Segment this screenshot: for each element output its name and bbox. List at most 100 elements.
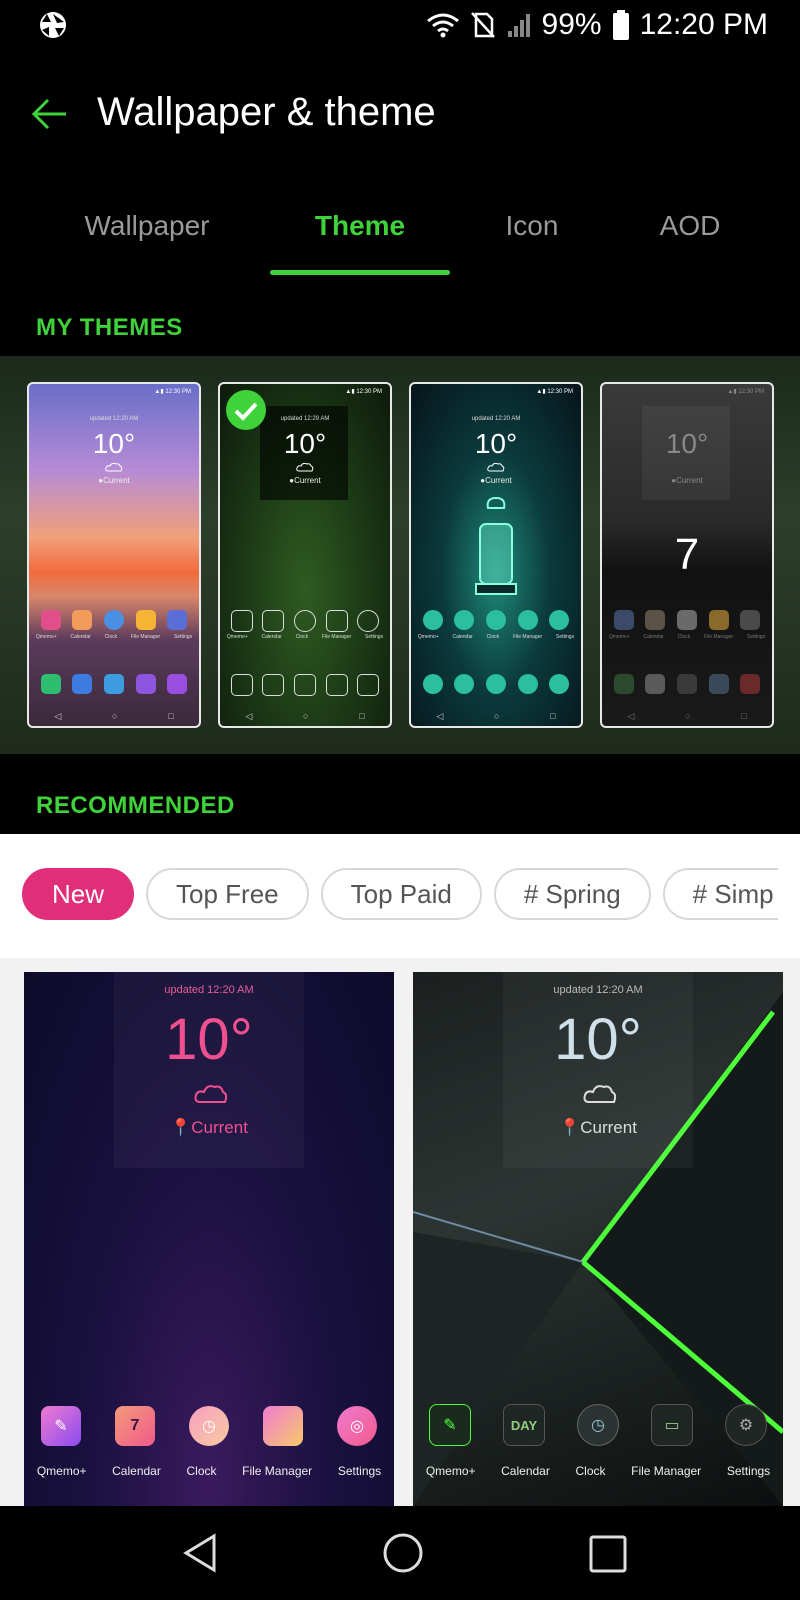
- app-label: Settings: [726, 1464, 771, 1478]
- clock-icon: [103, 610, 124, 630]
- music-icon: [167, 674, 188, 694]
- settings-icon: ⚙: [725, 1404, 767, 1446]
- theme-card-green[interactable]: updated 12:20 AM 10° 📍Current ✎ DAY ◷ ▭ …: [413, 972, 783, 1506]
- folder-icon: [135, 610, 156, 630]
- chip-top-paid[interactable]: Top Paid: [320, 868, 482, 920]
- my-themes-strip: ▲▮ 12:30 PM updated 12:20 AM 10° ●Curren…: [0, 356, 800, 754]
- battery-icon: [612, 10, 629, 40]
- card-location: 📍Current: [559, 1118, 637, 1137]
- gallery-icon: [708, 674, 729, 694]
- tab-aod[interactable]: AOD: [590, 210, 790, 242]
- page-title: Wallpaper & theme: [97, 90, 436, 134]
- tab-wallpaper[interactable]: Wallpaper: [47, 210, 247, 242]
- no-sim-icon: [470, 12, 495, 38]
- calendar-icon: [645, 610, 666, 630]
- folder-icon: ▭: [651, 1404, 693, 1446]
- settings-icon: [740, 610, 761, 630]
- calendar-icon: [454, 610, 475, 630]
- lantern-icon: [475, 497, 517, 595]
- tab-bar: Wallpaper Theme Icon AOD: [0, 192, 800, 278]
- settings-icon: ◎: [337, 1406, 377, 1446]
- settings-icon: [549, 610, 570, 630]
- phone-icon: [40, 674, 61, 694]
- camera-icon: [485, 674, 506, 694]
- message-icon: [454, 674, 475, 694]
- qmemo-icon: [230, 610, 253, 632]
- card-temp: 10°: [165, 1007, 253, 1072]
- gallery-icon: [135, 674, 156, 694]
- theme-thumb-green-selected[interactable]: ▲▮ 12:30 PM updated 12:29 AM 10° ●Curren…: [218, 382, 392, 728]
- phone-icon: [613, 674, 634, 694]
- camera-icon: [103, 674, 124, 694]
- message-icon: [645, 674, 666, 694]
- folder-icon: [263, 1406, 303, 1446]
- cloud-icon: [296, 462, 314, 472]
- chip-new[interactable]: New: [22, 868, 135, 920]
- thumb-temp: 10°: [92, 428, 136, 459]
- theme-card-purple[interactable]: updated 12:20 AM 10° 📍Current ✎ 7 ◷ ◎ Qm…: [24, 972, 394, 1506]
- music-icon: [357, 674, 380, 696]
- gallery-icon: [325, 674, 348, 696]
- clock-icon: [676, 610, 697, 630]
- theme-thumb-sunset[interactable]: ▲▮ 12:30 PM updated 12:20 AM 10° ●Curren…: [27, 382, 201, 728]
- card-updated: updated 12:20 AM: [164, 984, 254, 996]
- chip-spring[interactable]: # Spring: [493, 868, 651, 920]
- tab-theme[interactable]: Theme: [260, 210, 460, 242]
- app-label: File Manager: [242, 1464, 313, 1478]
- back-triangle-icon[interactable]: [180, 1532, 220, 1574]
- tab-indicator: [270, 270, 450, 275]
- cloud-icon: [105, 462, 123, 472]
- music-icon: [740, 674, 761, 694]
- back-arrow-icon[interactable]: [28, 92, 72, 136]
- card-location: 📍Current: [170, 1118, 248, 1137]
- clock-icon: [293, 610, 316, 632]
- theme-thumb-lantern[interactable]: ▲▮ 12:30 PM updated 12:20 AM 10° ●Curren…: [409, 382, 583, 728]
- chip-simple[interactable]: # Simp: [662, 868, 778, 920]
- app-label: Clock: [186, 1464, 217, 1478]
- qmemo-icon: ✎: [429, 1404, 471, 1446]
- phone-icon: [230, 674, 253, 696]
- folder-icon: [708, 610, 729, 630]
- calendar-icon: 7: [115, 1406, 155, 1446]
- app-label: Calendar: [112, 1464, 161, 1478]
- selected-check-icon: [226, 390, 266, 430]
- cloud-icon: [487, 462, 505, 472]
- camera-icon: [293, 674, 316, 696]
- thumb-big-number: 7: [674, 530, 700, 579]
- home-circle-icon[interactable]: [382, 1532, 424, 1574]
- theme-thumb-gray[interactable]: ▲▮ 12:30 PM 10° ●Current 7 Qmemo+ Calenda…: [600, 382, 774, 728]
- app-label: Settings: [337, 1464, 382, 1478]
- settings-icon: [357, 610, 380, 632]
- recents-square-icon[interactable]: [588, 1534, 628, 1574]
- message-icon: [262, 674, 285, 696]
- folder-icon: [325, 610, 348, 632]
- folder-icon: [517, 610, 538, 630]
- app-label: File Manager: [631, 1464, 702, 1478]
- battery-percent: 99%: [541, 8, 602, 41]
- message-icon: [72, 674, 93, 694]
- recommended-label: RECOMMENDED: [36, 792, 235, 819]
- phone-icon: [422, 674, 443, 694]
- card-temp: 10°: [554, 1007, 642, 1072]
- card-updated: updated 12:20 AM: [553, 984, 643, 996]
- settings-icon: [167, 610, 188, 630]
- qmemo-icon: [40, 610, 61, 630]
- gallery-icon: [517, 674, 538, 694]
- thumb-temp: 10°: [474, 428, 518, 459]
- music-icon: [549, 674, 570, 694]
- app-label: Clock: [575, 1464, 606, 1478]
- status-icons: 99% 12:20 PM: [426, 8, 768, 42]
- calendar-icon: [262, 610, 285, 632]
- thumb-temp: 10°: [665, 428, 709, 459]
- system-nav-bar: [0, 1506, 800, 1600]
- wifi-icon: [426, 13, 459, 38]
- clock-icon: ◷: [189, 1406, 229, 1446]
- qmemo-icon: [422, 610, 443, 630]
- chip-top-free[interactable]: Top Free: [146, 868, 309, 920]
- calendar-icon: [72, 610, 93, 630]
- my-themes-label: MY THEMES: [36, 314, 183, 341]
- aperture-icon: [40, 12, 66, 38]
- cloud-icon: [194, 1085, 228, 1103]
- qmemo-icon: [613, 610, 634, 630]
- app-label: Calendar: [501, 1464, 550, 1478]
